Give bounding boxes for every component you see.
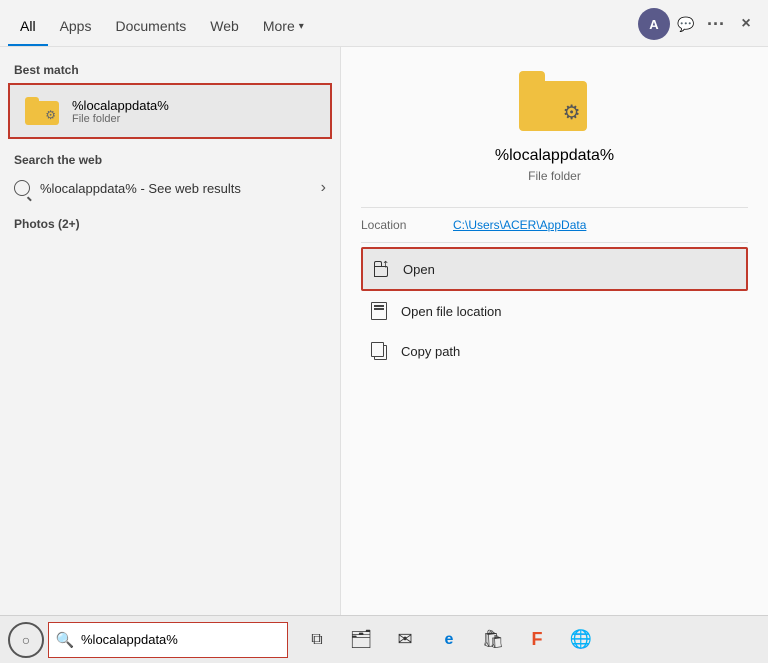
cortana-button[interactable]: ○ — [8, 622, 44, 658]
file-explorer-icon: 🗂 — [350, 629, 373, 650]
web-search-suffix: - See web results — [137, 181, 241, 196]
figma-icon: F — [532, 629, 543, 650]
detail-gear-icon: ⚙ — [563, 100, 581, 125]
open-action[interactable]: ↗ Open — [361, 247, 748, 291]
store-icon: 🛍 — [482, 629, 505, 650]
open-icon: ↗ — [371, 259, 391, 279]
location-row: Location C:\Users\ACER\AppData — [361, 207, 748, 243]
close-button[interactable]: × — [732, 10, 760, 38]
best-match-label: Best match — [0, 59, 340, 81]
mail-button[interactable]: ✉ — [384, 619, 426, 661]
location-label: Location — [361, 218, 441, 232]
best-match-text: %localappdata% File folder — [72, 98, 169, 125]
web-search-text: %localappdata% - See web results — [40, 181, 311, 196]
edge-button[interactable]: e — [428, 619, 470, 661]
chrome-icon: 🌐 — [570, 629, 592, 650]
tab-all[interactable]: All — [8, 6, 48, 46]
gear-icon: ⚙ — [45, 108, 56, 122]
best-match-item[interactable]: ⚙ %localappdata% File folder — [8, 83, 332, 139]
search-window: All Apps Documents Web More ▾ A 💬 ··· × — [0, 0, 768, 663]
web-search-label: Search the web — [0, 149, 340, 171]
detail-subtitle: File folder — [528, 169, 581, 183]
copy-path-label: Copy path — [401, 344, 460, 359]
web-search-item[interactable]: %localappdata% - See web results › — [0, 171, 340, 205]
detail-title: %localappdata% — [495, 147, 614, 165]
taskbar-center-icons: ⧉ 🗂 ✉ e 🛍 F 🌐 — [296, 619, 602, 661]
best-match-title: %localappdata% — [72, 98, 169, 113]
mail-icon: ✉ — [397, 629, 412, 650]
store-button[interactable]: 🛍 — [472, 619, 514, 661]
taskbar-search-bar[interactable]: 🔍 — [48, 622, 288, 658]
tab-apps[interactable]: Apps — [48, 6, 104, 46]
location-value[interactable]: C:\Users\ACER\AppData — [453, 218, 586, 232]
copy-path-icon — [369, 341, 389, 361]
web-search-arrow-icon: › — [321, 179, 326, 197]
tab-documents[interactable]: Documents — [103, 6, 198, 46]
file-explorer-button[interactable]: 🗂 — [340, 619, 382, 661]
copy-path-action[interactable]: Copy path — [361, 331, 748, 371]
file-location-icon — [369, 301, 389, 321]
open-file-location-label: Open file location — [401, 304, 501, 319]
search-icon — [14, 180, 30, 196]
web-search-section: Search the web %localappdata% - See web … — [0, 149, 340, 205]
folder-icon: ⚙ — [24, 93, 60, 129]
tab-more[interactable]: More ▾ — [251, 6, 316, 46]
taskbar-search-icon: 🔍 — [49, 623, 81, 657]
more-options-button[interactable]: ··· — [702, 10, 730, 38]
taskbar: ○ 🔍 ⧉ 🗂 ✉ e 🛍 F — [0, 615, 768, 663]
tab-web[interactable]: Web — [198, 6, 251, 46]
edge-icon: e — [445, 631, 454, 649]
taskbar-search-input[interactable] — [81, 632, 287, 647]
nav-tabs: All Apps Documents Web More ▾ A 💬 ··· × — [0, 0, 768, 47]
cortana-icon: ○ — [22, 632, 30, 648]
right-panel: ⚙ %localappdata% File folder Location C:… — [340, 47, 768, 615]
avatar-button[interactable]: A — [638, 8, 670, 40]
detail-folder-icon: ⚙ — [519, 71, 591, 131]
open-action-label: Open — [403, 262, 435, 277]
nav-right-buttons: A 💬 ··· × — [638, 8, 760, 46]
photos-label: Photos (2+) — [0, 209, 340, 235]
task-view-icon: ⧉ — [311, 631, 322, 649]
open-file-location-action[interactable]: Open file location — [361, 291, 748, 331]
figma-button[interactable]: F — [516, 619, 558, 661]
chrome-button[interactable]: 🌐 — [560, 619, 602, 661]
best-match-subtitle: File folder — [72, 113, 169, 125]
feedback-button[interactable]: 💬 — [672, 10, 700, 38]
main-content: Best match ⚙ %localappdata% File folder — [0, 47, 768, 615]
left-panel: Best match ⚙ %localappdata% File folder — [0, 47, 340, 615]
web-search-query: %localappdata% — [40, 181, 137, 196]
chevron-down-icon: ▾ — [299, 21, 304, 32]
task-view-button[interactable]: ⧉ — [296, 619, 338, 661]
